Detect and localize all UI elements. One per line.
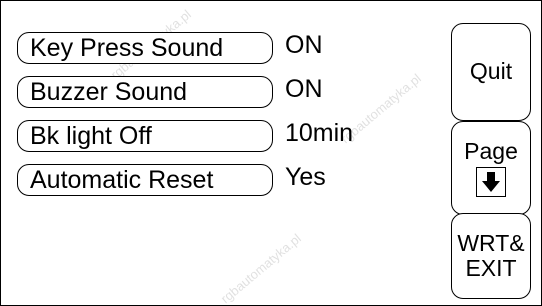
key-press-sound-value: ON	[285, 31, 323, 59]
automatic-reset-value: Yes	[285, 163, 326, 191]
automatic-reset-button[interactable]: Automatic Reset	[17, 164, 273, 196]
write-exit-button[interactable]: WRT& EXIT	[451, 213, 531, 299]
setting-row-bk-light-off: Bk light Off	[17, 119, 273, 153]
setting-row-key-press-sound: Key Press Sound	[17, 31, 273, 65]
setting-row-automatic-reset: Automatic Reset	[17, 163, 273, 197]
key-press-sound-button[interactable]: Key Press Sound	[17, 32, 273, 64]
write-exit-label-line1: WRT&	[457, 229, 525, 256]
arrow-down-icon	[476, 167, 506, 198]
write-exit-label-line2: EXIT	[465, 255, 517, 281]
setting-row-buzzer-sound: Buzzer Sound	[17, 75, 273, 109]
watermark: rgbautomatyka.pl	[217, 230, 304, 306]
quit-button[interactable]: Quit	[451, 23, 531, 121]
settings-screen: rgbautomatyka.pl rgbautomatyka.pl rgbaut…	[0, 0, 542, 306]
quit-label: Quit	[469, 58, 513, 85]
bk-light-off-value: 10min	[285, 119, 354, 147]
buzzer-sound-button[interactable]: Buzzer Sound	[17, 76, 273, 108]
page-label: Page	[464, 137, 518, 164]
bk-light-off-button[interactable]: Bk light Off	[17, 120, 273, 152]
page-down-button[interactable]: Page	[451, 121, 531, 215]
buzzer-sound-value: ON	[285, 75, 323, 103]
